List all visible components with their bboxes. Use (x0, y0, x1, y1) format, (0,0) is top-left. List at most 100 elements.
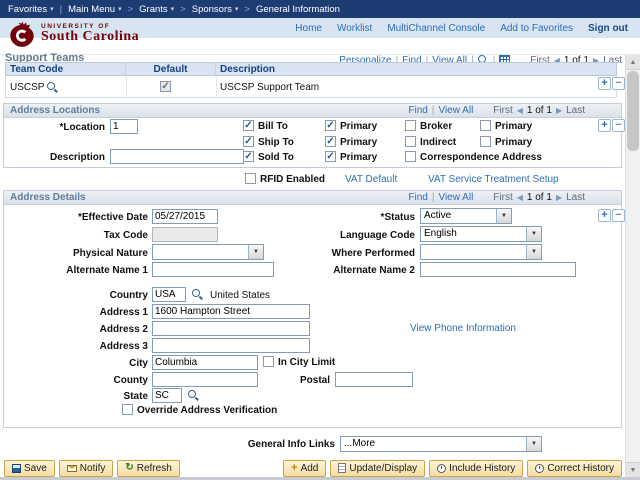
default-checkbox (160, 81, 171, 92)
add-button[interactable]: + Add (283, 459, 327, 477)
add-address-button[interactable]: + (598, 209, 611, 222)
ship-to-checkbox[interactable] (243, 136, 254, 147)
language-code-label: Language Code (339, 230, 415, 241)
scroll-down-icon[interactable]: ▼ (626, 462, 640, 477)
prev-arrow-icon[interactable]: ◀ (517, 193, 523, 202)
add-to-favorites-link[interactable]: Add to Favorites (500, 23, 573, 34)
vat-default-link[interactable]: VAT Default (345, 174, 397, 185)
team-description-value: USCSP Support Team (220, 82, 320, 93)
rfid-enabled-checkbox[interactable] (245, 173, 256, 184)
team-code-lookup-icon[interactable] (47, 82, 58, 93)
include-history-label: Include History (449, 462, 516, 474)
find-link[interactable]: Find (408, 192, 427, 203)
update-display-button[interactable]: Update/Display (330, 459, 426, 477)
include-history-button[interactable]: Include History (429, 459, 524, 477)
postal-input[interactable] (335, 372, 413, 387)
broker-primary-checkbox[interactable] (480, 120, 491, 131)
usc-gamecock-logo-icon (10, 21, 34, 47)
address-1-input[interactable] (152, 304, 310, 319)
state-lookup-icon[interactable] (188, 390, 199, 401)
add-row-button[interactable]: + (598, 77, 611, 90)
in-city-limit-label: In City Limit (278, 357, 336, 368)
status-select[interactable]: Active ▼ (420, 208, 512, 224)
description-label: Description (49, 152, 105, 163)
indirect-primary-checkbox[interactable] (480, 136, 491, 147)
scroll-up-icon[interactable]: ▲ (626, 55, 640, 70)
last-label: Last (566, 105, 585, 116)
delete-location-button[interactable]: − (612, 119, 625, 132)
notify-button[interactable]: Notify (58, 459, 114, 477)
description-input[interactable] (110, 149, 244, 164)
physical-nature-select[interactable]: ▼ (152, 244, 264, 260)
vat-service-treatment-setup-link[interactable]: VAT Service Treatment Setup (428, 174, 559, 185)
alternate-name-2-input[interactable] (420, 262, 576, 277)
next-arrow-icon[interactable]: ▶ (556, 106, 562, 115)
correct-history-button[interactable]: Correct History (527, 459, 622, 477)
section-title: Address Locations (10, 105, 101, 116)
tax-code-label: Tax Code (103, 230, 148, 241)
county-label: County (113, 375, 148, 386)
postal-label: Postal (299, 375, 330, 386)
correspondence-address-checkbox[interactable] (405, 151, 416, 162)
view-all-link[interactable]: View All (438, 192, 473, 203)
next-arrow-icon[interactable]: ▶ (556, 193, 562, 202)
separator: | (431, 105, 435, 116)
multichannel-console-link[interactable]: MultiChannel Console (387, 23, 485, 34)
in-city-limit-checkbox[interactable] (263, 356, 274, 367)
page-indicator: 1 of 1 (526, 105, 552, 116)
general-info-links-label: General Info Links (247, 439, 335, 450)
save-button[interactable]: Save (4, 459, 55, 477)
country-input[interactable] (152, 287, 186, 302)
bill-to-checkbox[interactable] (243, 120, 254, 131)
override-address-verification-checkbox[interactable] (122, 404, 133, 415)
state-input[interactable] (152, 388, 182, 403)
alternate-name-1-input[interactable] (152, 262, 274, 277)
add-icon: + (291, 462, 298, 474)
breadcrumb-main-menu[interactable]: Main Menu ▾ (68, 4, 122, 15)
prev-arrow-icon[interactable]: ◀ (517, 106, 523, 115)
state-label: State (123, 391, 148, 402)
broker-checkbox[interactable] (405, 120, 416, 131)
view-all-link[interactable]: View All (438, 105, 473, 116)
address-2-label: Address 2 (99, 324, 148, 335)
breadcrumb-grants[interactable]: Grants ▾ (139, 4, 174, 15)
breadcrumb-label: Grants (139, 3, 168, 15)
scrollbar-thumb[interactable] (627, 71, 639, 151)
add-label: Add (300, 462, 319, 474)
add-location-button[interactable]: + (598, 119, 611, 132)
vertical-scrollbar[interactable]: ▲ ▼ (625, 55, 640, 477)
county-input[interactable] (152, 372, 258, 387)
breadcrumb-favorites[interactable]: Favorites ▾ (8, 4, 54, 15)
notify-label: Notify (79, 462, 106, 474)
view-phone-information-link[interactable]: View Phone Information (410, 323, 516, 334)
delete-address-button[interactable]: − (612, 209, 625, 222)
where-performed-select[interactable]: ▼ (420, 244, 542, 260)
update-display-label: Update/Display (349, 462, 418, 474)
language-code-select[interactable]: English ▼ (420, 226, 542, 242)
section-title: Address Details (10, 192, 86, 203)
worklist-link[interactable]: Worklist (337, 23, 372, 34)
country-lookup-icon[interactable] (192, 289, 203, 300)
location-input[interactable] (110, 119, 138, 134)
rfid-enabled-label: RFID Enabled (260, 174, 326, 185)
peoplesoft-sponsor-general-information-page: Favorites ▾ | Main Menu ▾ > Grants ▾ > S… (0, 0, 640, 480)
broker-primary-label: Primary (495, 121, 533, 132)
general-info-links-select[interactable]: ...More ▼ (340, 436, 542, 452)
address-2-input[interactable] (152, 321, 310, 336)
delete-row-button[interactable]: − (612, 77, 625, 90)
sold-to-checkbox[interactable] (243, 151, 254, 162)
indirect-checkbox[interactable] (405, 136, 416, 147)
home-link[interactable]: Home (295, 23, 322, 34)
effective-date-input[interactable] (152, 209, 218, 224)
city-input[interactable] (152, 355, 258, 370)
select-arrow-icon: ▼ (496, 209, 511, 223)
refresh-label: Refresh (136, 462, 172, 474)
address-3-input[interactable] (152, 338, 310, 353)
sign-out-link[interactable]: Sign out (588, 23, 628, 34)
refresh-button[interactable]: ↻ Refresh (117, 459, 180, 477)
breadcrumb-sponsors[interactable]: Sponsors ▾ (192, 4, 239, 15)
ship-primary-checkbox[interactable] (325, 136, 336, 147)
bill-primary-checkbox[interactable] (325, 120, 336, 131)
find-link[interactable]: Find (408, 105, 427, 116)
sold-primary-checkbox[interactable] (325, 151, 336, 162)
